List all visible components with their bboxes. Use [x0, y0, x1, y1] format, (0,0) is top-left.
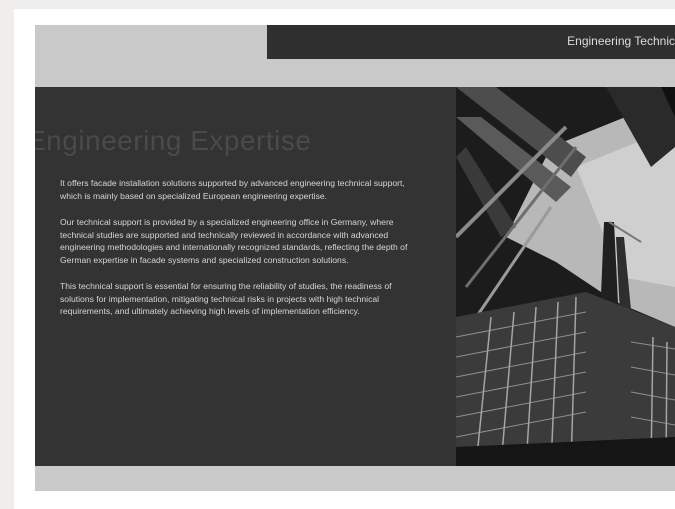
presentation-slide: Engineering Technic Engineering Expertis… — [35, 25, 675, 491]
paragraph-2: Our technical support is provided by a s… — [60, 217, 408, 265]
paragraph-3: This technical support is essential for … — [60, 281, 392, 316]
facade-photo-graphic — [456, 87, 675, 466]
body-text: It offers facade installation solutions … — [60, 177, 415, 332]
building-facade-image — [456, 87, 675, 466]
text-panel: Engineering Expertise It offers facade i… — [35, 87, 456, 466]
paragraph-1: It offers facade installation solutions … — [60, 178, 405, 201]
section-heading: Engineering Expertise — [35, 125, 312, 156]
top-title-bar: Engineering Technic — [267, 25, 675, 59]
slide-top-title: Engineering Technic — [567, 34, 675, 48]
